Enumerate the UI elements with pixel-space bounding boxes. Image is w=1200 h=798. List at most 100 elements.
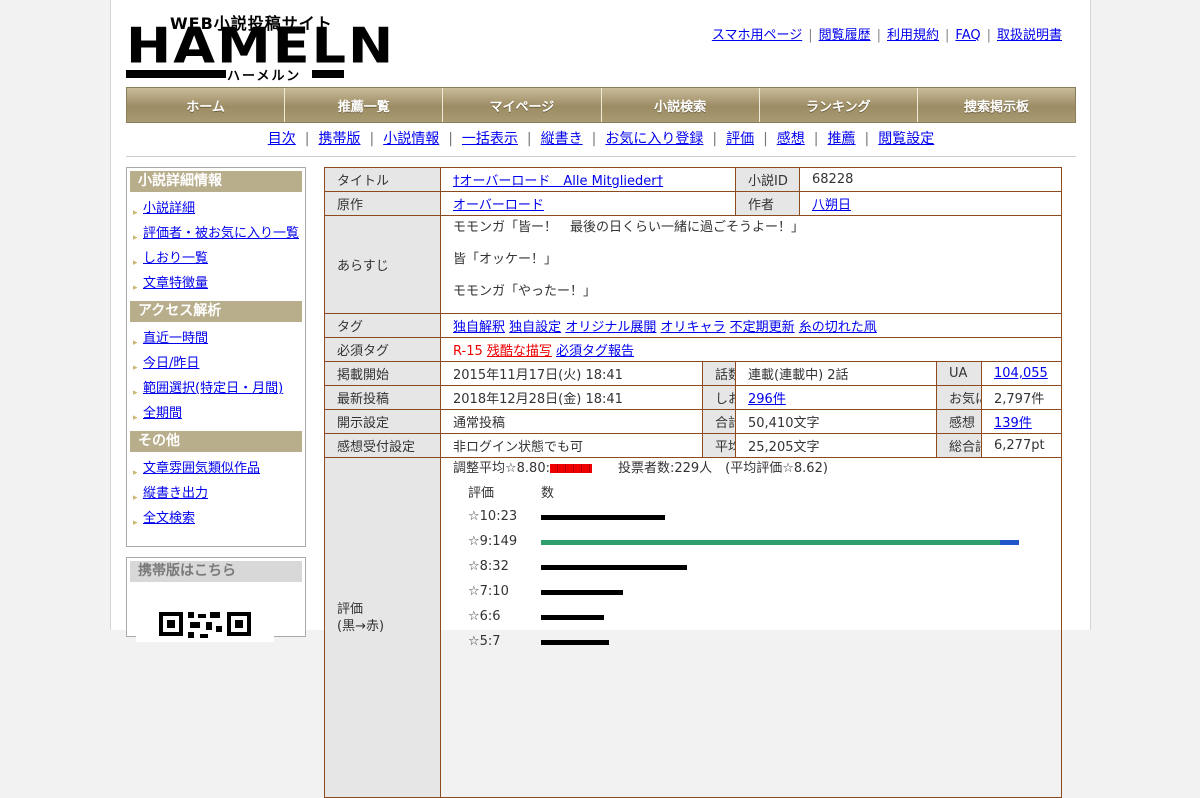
rating-bar [541,515,665,520]
link-terms[interactable]: 利用規約 [887,28,939,43]
tag-link[interactable]: 独自設定 [509,320,561,335]
separator: | [876,28,881,43]
subnav-rate[interactable]: 評価 [726,131,754,147]
sidebar-link[interactable]: 全文検索 [143,511,195,526]
sidebar-item-today[interactable]: ▸ 今日/昨日 [130,351,302,376]
tag-link[interactable]: オリキャラ [660,320,725,335]
subnav-mobile[interactable]: 携帯版 [318,131,360,147]
nav-ranking[interactable]: ランキング [759,88,918,122]
sidebar-link[interactable]: 縦書き出力 [143,486,208,501]
link-manual[interactable]: 取扱説明書 [997,28,1062,43]
bookmarks-link[interactable]: 296件 [748,392,786,407]
novel-title-link[interactable]: †オーバーロード Alle Mitglieder† [453,174,663,189]
sidebar-item-raters[interactable]: ▸ 評価者・被お気に入り一覧 [130,221,302,246]
label-avg-chars: 平均文字数 [702,433,736,458]
novel-info-table: タイトル †オーバーロード Alle Mitglieder† 小説ID 6822… [324,167,1063,798]
nav-board[interactable]: 捜索掲示板 [917,88,1076,122]
rating-bar [541,590,623,595]
sidebar-link[interactable]: 小説詳細 [143,201,195,216]
rating-row-label: ☆8:32 [468,559,509,574]
sidebar-link[interactable]: 文章特徴量 [143,276,208,291]
label-synopsis: あらすじ [324,215,441,314]
separator: | [813,131,819,147]
link-faq[interactable]: FAQ [955,28,980,43]
link-history[interactable]: 閲覧履歴 [819,28,871,43]
rating-row-label: ☆6:6 [468,609,501,624]
sidebar-link[interactable]: 直近一時間 [143,331,208,346]
nav-recommend[interactable]: 推薦一覧 [285,88,444,122]
required-tag: R-15 [453,344,483,359]
tag-link[interactable]: 不定期更新 [730,320,795,335]
subnav-vertical[interactable]: 縦書き [541,131,583,147]
label-tags: タグ [324,313,441,338]
subnav-toc[interactable]: 目次 [268,131,296,147]
separator: | [986,28,991,43]
separator: | [591,131,597,147]
label-total-chars: 合計文字数 [702,409,736,434]
sidebar-item-alltime[interactable]: ▸ 全期間 [130,401,302,426]
subnav-recommend[interactable]: 推薦 [828,131,856,147]
label-open: 開示設定 [324,409,441,434]
subnav-review[interactable]: 感想 [777,131,805,147]
sidebar-item-similar[interactable]: ▸ 文章雰囲気類似作品 [130,456,302,481]
required-tag-link[interactable]: 残酷な描写 [487,344,552,359]
subnav-info[interactable]: 小説情報 [383,131,439,147]
author-link[interactable]: 八朔日 [812,198,851,213]
rating-average-bar [549,464,592,473]
sidebar-item-detail[interactable]: ▸ 小説詳細 [130,196,302,221]
sidebar-item-vertical-output[interactable]: ▸ 縦書き出力 [130,481,302,506]
sidebar-item-range[interactable]: ▸ 範囲選択(特定日・月間) [130,376,302,401]
original-work-link[interactable]: オーバーロード [453,198,544,213]
tag-list: 独自解釈 独自設定 オリジナル展開 オリキャラ 不定期更新 糸の切れた凧 [439,313,1063,338]
rating-row-label: ☆9:149 [468,534,518,549]
tag-link[interactable]: 独自解釈 [453,320,505,335]
subnav-all[interactable]: 一括表示 [462,131,518,147]
sidebar-item-features[interactable]: ▸ 文章特徴量 [130,271,302,296]
sidebar-link[interactable]: 評価者・被お気に入り一覧 [143,226,299,241]
sidebar-link[interactable]: 全期間 [143,406,182,421]
label-overall: 総合評価 [936,433,982,458]
tag-link[interactable]: 糸の切れた凧 [799,320,877,335]
required-tag-report-link[interactable]: 必須タグ報告 [556,344,634,359]
sidebar-link[interactable]: 文章雰囲気類似作品 [143,461,260,476]
site-logo[interactable]: WEB小説投稿サイト HAMELN ハーメルン [126,10,393,84]
novel-id: 68228 [798,167,1063,192]
sidebar-link[interactable]: 範囲選択(特定日・月間) [143,381,283,396]
rating-row: ☆7:10 [453,580,1061,605]
label-bookmarks: しおり [702,385,736,410]
label-episodes: 話数 [702,361,736,386]
separator: | [808,28,813,43]
label-favorites: お気に入り [936,385,982,410]
overall-value: 6,277pt [980,433,1063,458]
ua-link[interactable]: 104,055 [994,366,1048,381]
reviews-link[interactable]: 139件 [994,416,1032,431]
required-tag-list: R-15 残酷な描写 必須タグ報告 [439,337,1063,362]
rating-bar [541,640,609,645]
separator: | [369,131,375,147]
sidebar-item-hour[interactable]: ▸ 直近一時間 [130,326,302,351]
latest-date: 2018年12月28日(金) 18:41 [440,385,703,410]
qr-code-icon [136,592,274,642]
sidebar-link[interactable]: しおり一覧 [143,251,208,266]
sidebar-item-fulltext[interactable]: ▸ 全文検索 [130,506,302,531]
rating-row: ☆9:149 [453,530,1061,555]
sidebar-heading: アクセス解析 [130,301,302,322]
separator: | [945,28,950,43]
logo-bar-left [126,70,226,78]
link-smartphone[interactable]: スマホ用ページ [712,28,802,43]
nav-search[interactable]: 小説検索 [601,88,760,122]
rating-summary: 調整平均☆8.80: 投票者数:229人 (平均評価☆8.62) [453,459,1061,481]
mobile-box: 携帯版はこちら [126,557,306,642]
nav-mypage[interactable]: マイページ [443,88,602,122]
sidebar-item-bookmarks[interactable]: ▸ しおり一覧 [130,246,302,271]
sidebar-link[interactable]: 今日/昨日 [143,356,199,371]
subnav-settings[interactable]: 閲覧設定 [878,131,934,147]
label-rating-sub: (黒→赤) [337,619,385,634]
logo-bar-right [312,70,344,78]
synopsis-line: モモンガ「やったー！」 [453,284,597,299]
separator: | [864,131,870,147]
tag-link[interactable]: オリジナル展開 [565,320,656,335]
avg-chars-value: 25,205文字 [735,433,937,458]
nav-home[interactable]: ホーム [127,88,286,122]
subnav-favorite[interactable]: お気に入り登録 [605,131,703,147]
